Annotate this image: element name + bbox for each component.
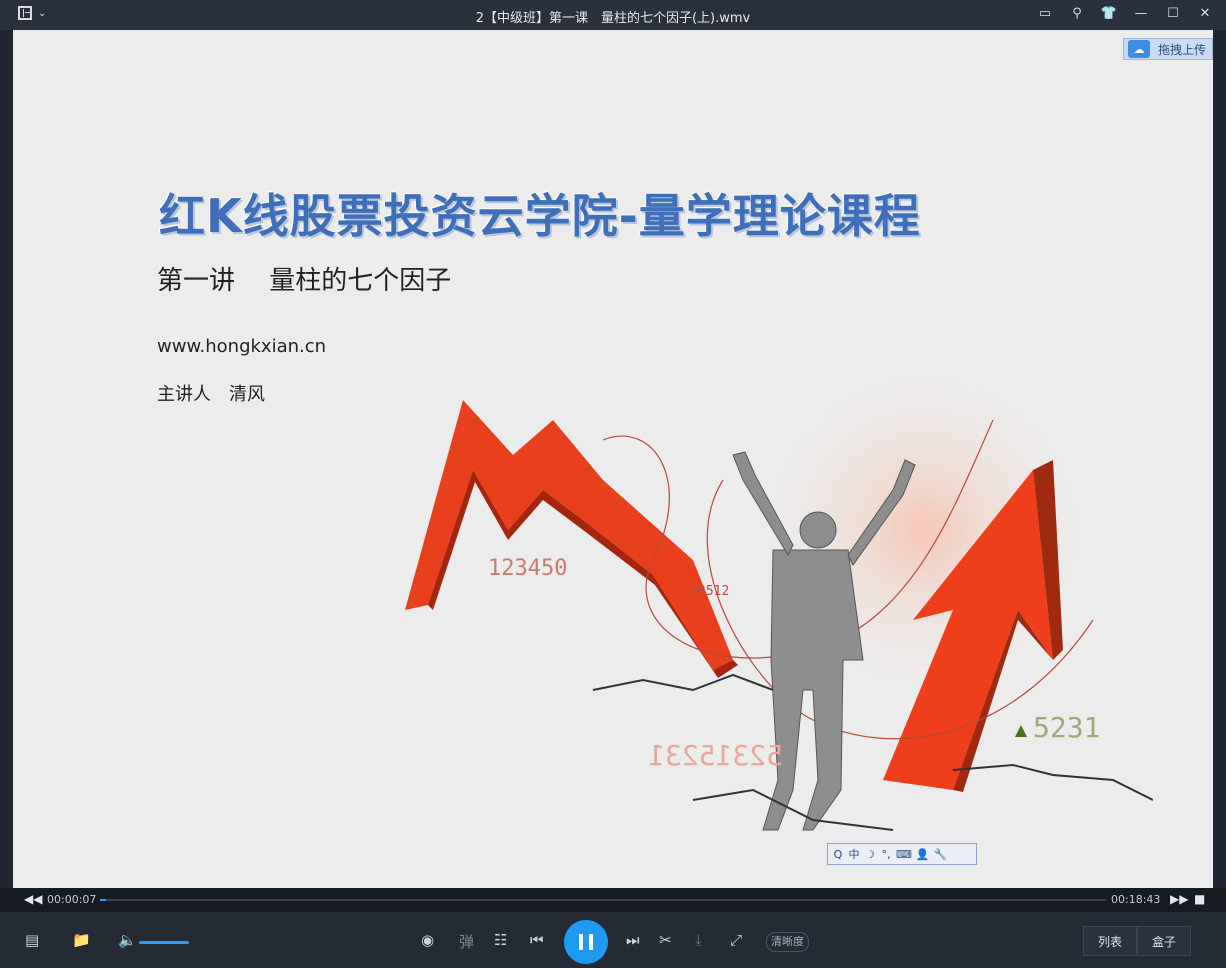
danmaku-button[interactable]: 弹: [459, 931, 474, 952]
drag-upload-button[interactable]: ☁ 拖拽上传: [1123, 38, 1213, 60]
fast-forward-icon[interactable]: ▶▶: [1170, 892, 1188, 906]
minimize-icon[interactable]: —: [1134, 6, 1148, 21]
download-icon[interactable]: ⤓: [695, 931, 702, 949]
pause-button[interactable]: [564, 920, 608, 964]
ime-keyboard-icon[interactable]: ⌨: [896, 848, 912, 861]
ime-settings-icon[interactable]: 🔧: [934, 848, 948, 861]
ime-user-icon[interactable]: 👤: [916, 848, 930, 861]
progress-bar: ◀◀ 00:00:07 00:18:43 ▶▶ ■: [0, 888, 1226, 912]
ime-chinese-toggle[interactable]: 中: [848, 846, 860, 862]
box-button[interactable]: 盒子: [1137, 926, 1191, 956]
ime-logo-icon[interactable]: Q: [832, 848, 844, 861]
number-123450: 123450: [488, 556, 567, 581]
next-icon[interactable]: ⏭: [626, 931, 640, 949]
equalizer-icon[interactable]: ☷: [494, 931, 507, 949]
scissors-icon[interactable]: ✂: [659, 931, 672, 949]
ime-punct-icon[interactable]: °,: [880, 848, 892, 861]
previous-icon[interactable]: ⏮: [530, 931, 544, 949]
pause-bar-left: [579, 934, 583, 950]
seek-fill: [100, 899, 107, 901]
up-triangle-icon: [1015, 725, 1027, 737]
seek-track[interactable]: [100, 899, 1106, 901]
control-bar: ▤ 📁 🔈 ◉ 弹 ☷ ⏮ ⏭ ✂ ⤓ ⤢ 清晰度 列表 盒子: [0, 912, 1226, 968]
toolbox-icon[interactable]: ▤: [25, 931, 39, 949]
skin-icon[interactable]: 👕: [1101, 6, 1117, 21]
slide-illustration: 123450 3512 5231 52315231: [405, 360, 1153, 831]
number-52315231: 52315231: [648, 739, 783, 772]
rewind-icon[interactable]: ◀◀: [24, 892, 42, 906]
video-frame[interactable]: ☁ 拖拽上传 红K线股票投资云学院-量学理论课程 第一讲 量柱的七个因子 www…: [13, 30, 1213, 888]
pause-bar-right: [589, 934, 593, 950]
maximize-icon[interactable]: ☐: [1166, 6, 1180, 21]
open-folder-icon[interactable]: 📁: [72, 931, 91, 949]
window-controls: ▭ ⚲ 👕 — ☐ ✕: [1038, 6, 1212, 21]
ime-toolbar[interactable]: Q 中 ☽ °, ⌨ 👤 🔧: [827, 843, 977, 865]
number-3512: 3512: [698, 584, 729, 599]
slide-title: 红K线股票投资云学院-量学理论课程: [159, 189, 921, 243]
upload-label: 拖拽上传: [1158, 42, 1207, 57]
ime-moon-icon[interactable]: ☽: [864, 848, 876, 861]
feedback-icon[interactable]: ▭: [1038, 6, 1052, 21]
slide-speaker: 主讲人 清风: [157, 384, 265, 405]
fullscreen-icon[interactable]: ⤢: [730, 931, 742, 949]
stop-icon[interactable]: ■: [1194, 892, 1205, 906]
number-5231: 5231: [1033, 711, 1100, 744]
slide-subtitle: 第一讲 量柱的七个因子: [157, 266, 452, 296]
cloud-upload-icon: ☁: [1128, 40, 1150, 58]
title-bar: ⌄ 2【中级班】第一课 量柱的七个因子(上).wmv ▭ ⚲ 👕 — ☐ ✕: [0, 0, 1226, 30]
volume-icon[interactable]: 🔈: [118, 931, 137, 949]
list-button[interactable]: 列表: [1083, 926, 1137, 956]
slide-url: www.hongkxian.cn: [157, 336, 327, 357]
quality-button[interactable]: 清晰度: [766, 932, 809, 952]
elapsed-time: 00:00:07: [47, 893, 97, 906]
close-icon[interactable]: ✕: [1198, 6, 1212, 21]
pin-icon[interactable]: ⚲: [1070, 6, 1084, 21]
total-time: 00:18:43: [1111, 893, 1161, 906]
volume-slider[interactable]: [139, 941, 189, 944]
eye-protect-icon[interactable]: ◉: [421, 931, 434, 949]
